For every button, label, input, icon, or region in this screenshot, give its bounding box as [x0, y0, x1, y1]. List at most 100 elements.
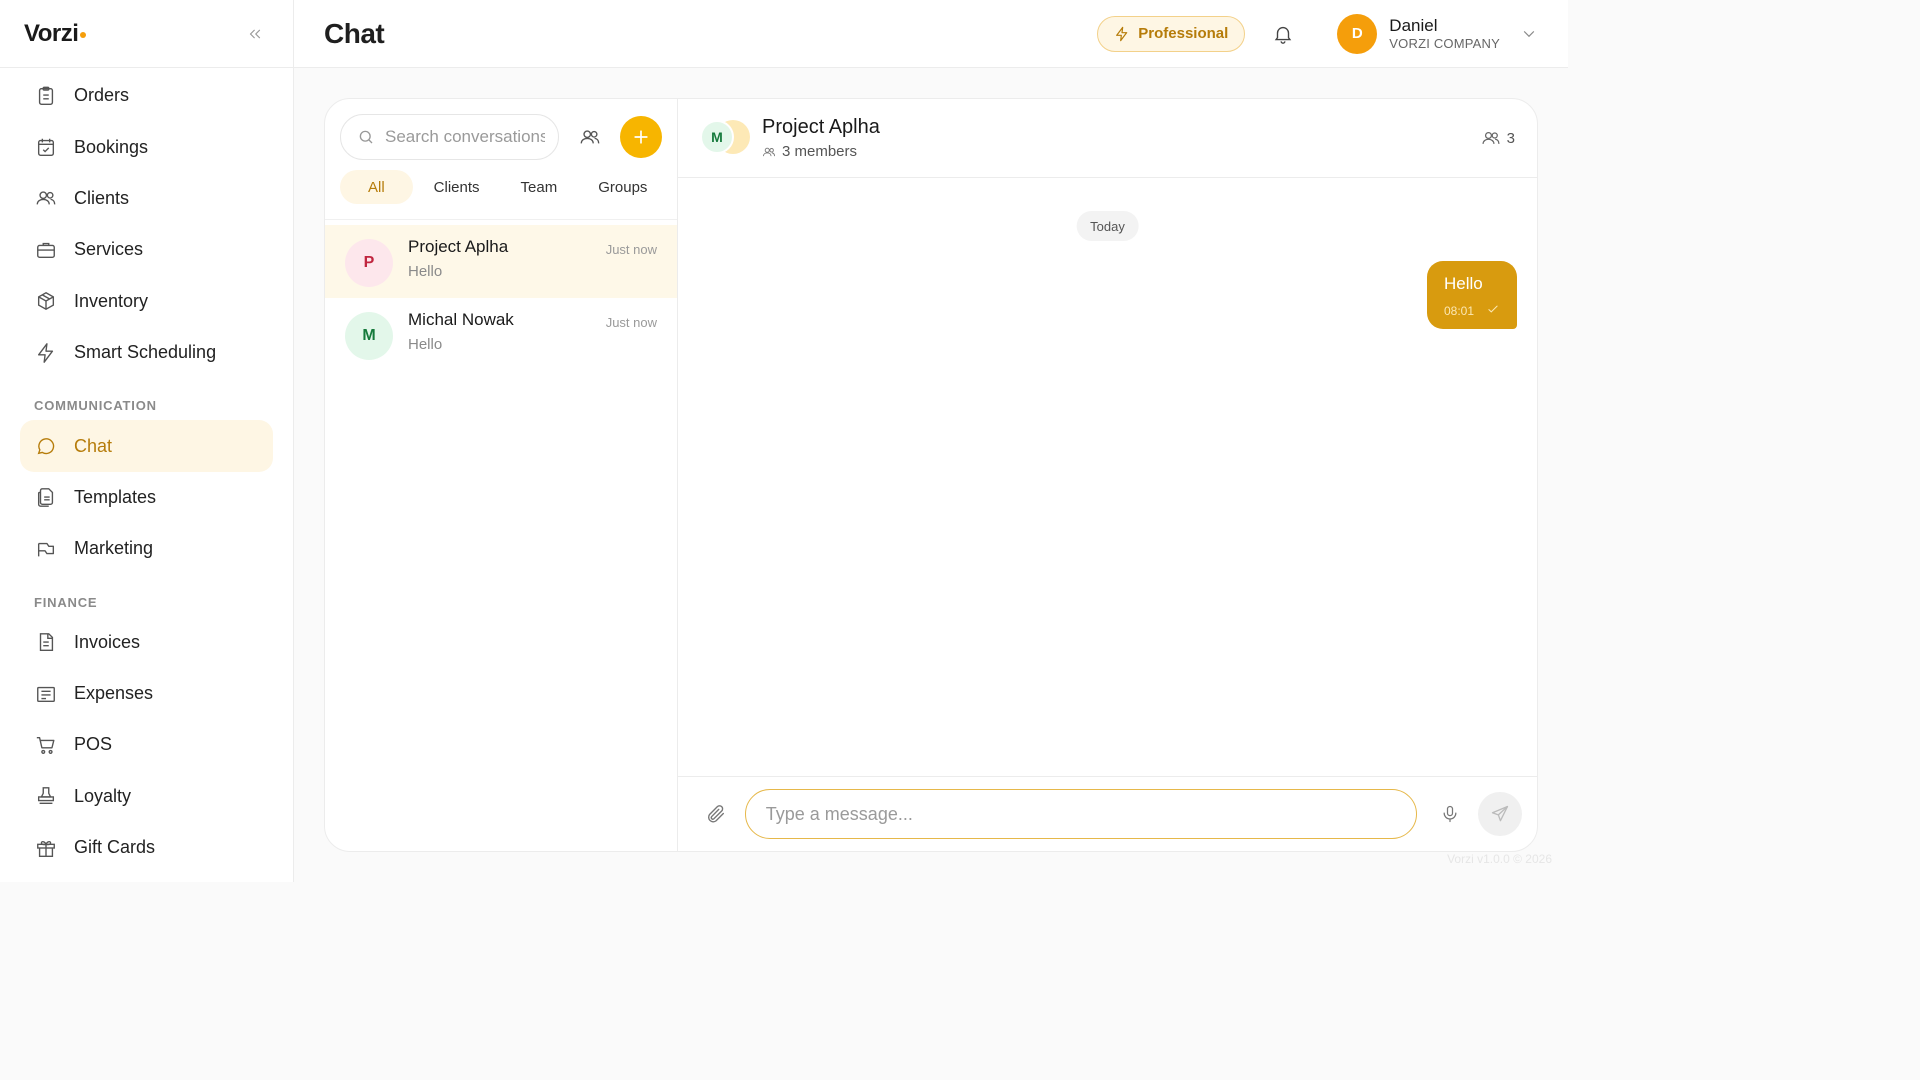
sidebar-item-label: Clients: [74, 187, 130, 208]
bolt-icon: [1114, 26, 1130, 42]
conversation-time: Just now: [605, 315, 657, 330]
search-box[interactable]: [340, 114, 559, 160]
sidebar-item-invoices[interactable]: Invoices: [0, 617, 293, 668]
conversation-panel: All Clients Team Groups P Project Aplha …: [325, 99, 678, 851]
voice-button[interactable]: [1437, 801, 1463, 827]
sidebar-item-label: Services: [74, 239, 144, 260]
sidebar-item-inventory[interactable]: Inventory: [0, 276, 293, 327]
users-icon: [1481, 128, 1501, 148]
avatar: D: [1337, 13, 1378, 54]
user-info: Daniel VORZI COMPANY: [1389, 16, 1500, 52]
plan-badge[interactable]: Professional: [1097, 15, 1246, 52]
conversation-time: Just now: [605, 242, 657, 257]
sidebar-item-smart-scheduling[interactable]: Smart Scheduling: [0, 327, 293, 378]
sidebar-nav: Orders Bookings Clients Services Invento…: [0, 68, 293, 873]
message-time: 08:01: [1444, 303, 1475, 318]
chat-thread: M Project Aplha 3 members 3 Today Hello …: [678, 99, 1537, 851]
check-icon: [1486, 302, 1500, 319]
search-input[interactable]: [385, 127, 545, 147]
message-text: Hello: [1444, 274, 1483, 293]
conversation-preview: Hello: [408, 336, 443, 353]
attach-button[interactable]: [703, 801, 729, 827]
bolt-icon: [34, 341, 58, 365]
invoice-icon: [34, 630, 58, 654]
sidebar-item-label: Gift Cards: [74, 837, 156, 858]
message-bubble[interactable]: Hello 08:01: [1427, 261, 1517, 329]
message-meta: 08:01: [1444, 302, 1500, 319]
thread-members: 3 members: [762, 143, 880, 160]
paperclip-icon: [707, 805, 724, 823]
conversation-avatar: P: [345, 239, 393, 287]
conversation-preview: Hello: [408, 263, 443, 280]
sidebar-item-pos[interactable]: POS: [0, 719, 293, 770]
collapse-sidebar-button[interactable]: [241, 20, 269, 48]
sidebar-item-loyalty[interactable]: Loyalty: [0, 771, 293, 822]
stamp-icon: [34, 784, 58, 808]
brand-logo[interactable]: Vorzi: [24, 19, 87, 48]
sidebar: Vorzi Orders Bookings Clients Services I…: [0, 0, 294, 882]
conversation-item[interactable]: P Project Aplha Hello Just now: [325, 225, 677, 298]
brand-name: Vorzi: [24, 19, 79, 47]
thread-title: Project Aplha: [762, 116, 880, 138]
sidebar-item-marketing[interactable]: Marketing: [0, 523, 293, 574]
sidebar-item-services[interactable]: Services: [0, 224, 293, 275]
members-button[interactable]: 3: [1481, 128, 1515, 148]
filter-all[interactable]: All: [340, 170, 413, 204]
conversation-list: P Project Aplha Hello Just now M Michal …: [325, 220, 677, 371]
message-input[interactable]: [765, 803, 1416, 825]
section-label-finance: FINANCE: [34, 594, 98, 610]
filter-team[interactable]: Team: [501, 170, 578, 204]
gift-icon: [34, 836, 58, 860]
conversation-avatar: M: [345, 312, 393, 360]
sidebar-item-orders[interactable]: Orders: [0, 70, 293, 121]
sidebar-item-gift-cards[interactable]: Gift Cards: [0, 822, 293, 873]
megaphone-icon: [34, 537, 58, 561]
filter-clients[interactable]: Clients: [414, 170, 500, 204]
chevrons-left-icon: [249, 29, 261, 38]
new-conversation-button[interactable]: [620, 116, 662, 158]
filter-groups[interactable]: Groups: [578, 170, 667, 204]
sidebar-item-bookings[interactable]: Bookings: [0, 121, 293, 172]
sidebar-item-label: Smart Scheduling: [74, 342, 217, 363]
brand-dot: [80, 31, 87, 38]
top-bar: Chat Professional D Daniel VORZI COMPANY: [294, 0, 1568, 68]
sidebar-item-label: Inventory: [74, 290, 149, 311]
thread-header: M Project Aplha 3 members 3: [678, 99, 1537, 178]
conversation-toolbar: [325, 99, 677, 160]
user-company: VORZI COMPANY: [1389, 35, 1500, 51]
plan-label: Professional: [1138, 25, 1229, 42]
document-copy-icon: [34, 485, 58, 509]
clipboard-icon: [34, 84, 58, 108]
sidebar-item-label: Invoices: [74, 631, 141, 652]
sidebar-item-templates[interactable]: Templates: [0, 472, 293, 523]
conversation-filters: All Clients Team Groups: [325, 160, 677, 220]
briefcase-icon: [34, 238, 58, 262]
chat-bubble-icon: [34, 434, 58, 458]
sidebar-item-label: Expenses: [74, 683, 154, 704]
message-input-wrapper: [744, 789, 1417, 839]
users-icon: [34, 186, 58, 210]
sidebar-item-chat[interactable]: Chat: [20, 420, 273, 472]
avatar: M: [700, 120, 734, 154]
microphone-icon: [1443, 805, 1456, 823]
users-icon: [762, 145, 776, 159]
plus-icon: [634, 130, 648, 144]
sidebar-item-expenses[interactable]: Expenses: [0, 668, 293, 719]
sidebar-item-clients[interactable]: Clients: [0, 173, 293, 224]
group-avatar-stack: M: [700, 120, 752, 156]
message-composer: [678, 776, 1537, 851]
send-button[interactable]: [1478, 792, 1523, 836]
message-area: Today Hello 08:01: [678, 179, 1537, 776]
user-menu[interactable]: D Daniel VORZI COMPANY: [1337, 13, 1538, 54]
sidebar-item-label: POS: [74, 734, 113, 755]
send-icon: [1492, 805, 1509, 822]
sidebar-item-label: Loyalty: [74, 785, 132, 806]
thread-info: Project Aplha 3 members: [762, 116, 880, 160]
new-group-button[interactable]: [577, 123, 605, 151]
day-separator: Today: [1076, 211, 1139, 241]
conversation-item[interactable]: M Michal Nowak Hello Just now: [325, 298, 677, 371]
sidebar-item-label: Bookings: [74, 136, 149, 157]
receipt-icon: [34, 682, 58, 706]
notifications-button[interactable]: [1269, 20, 1297, 48]
calendar-check-icon: [34, 135, 58, 159]
